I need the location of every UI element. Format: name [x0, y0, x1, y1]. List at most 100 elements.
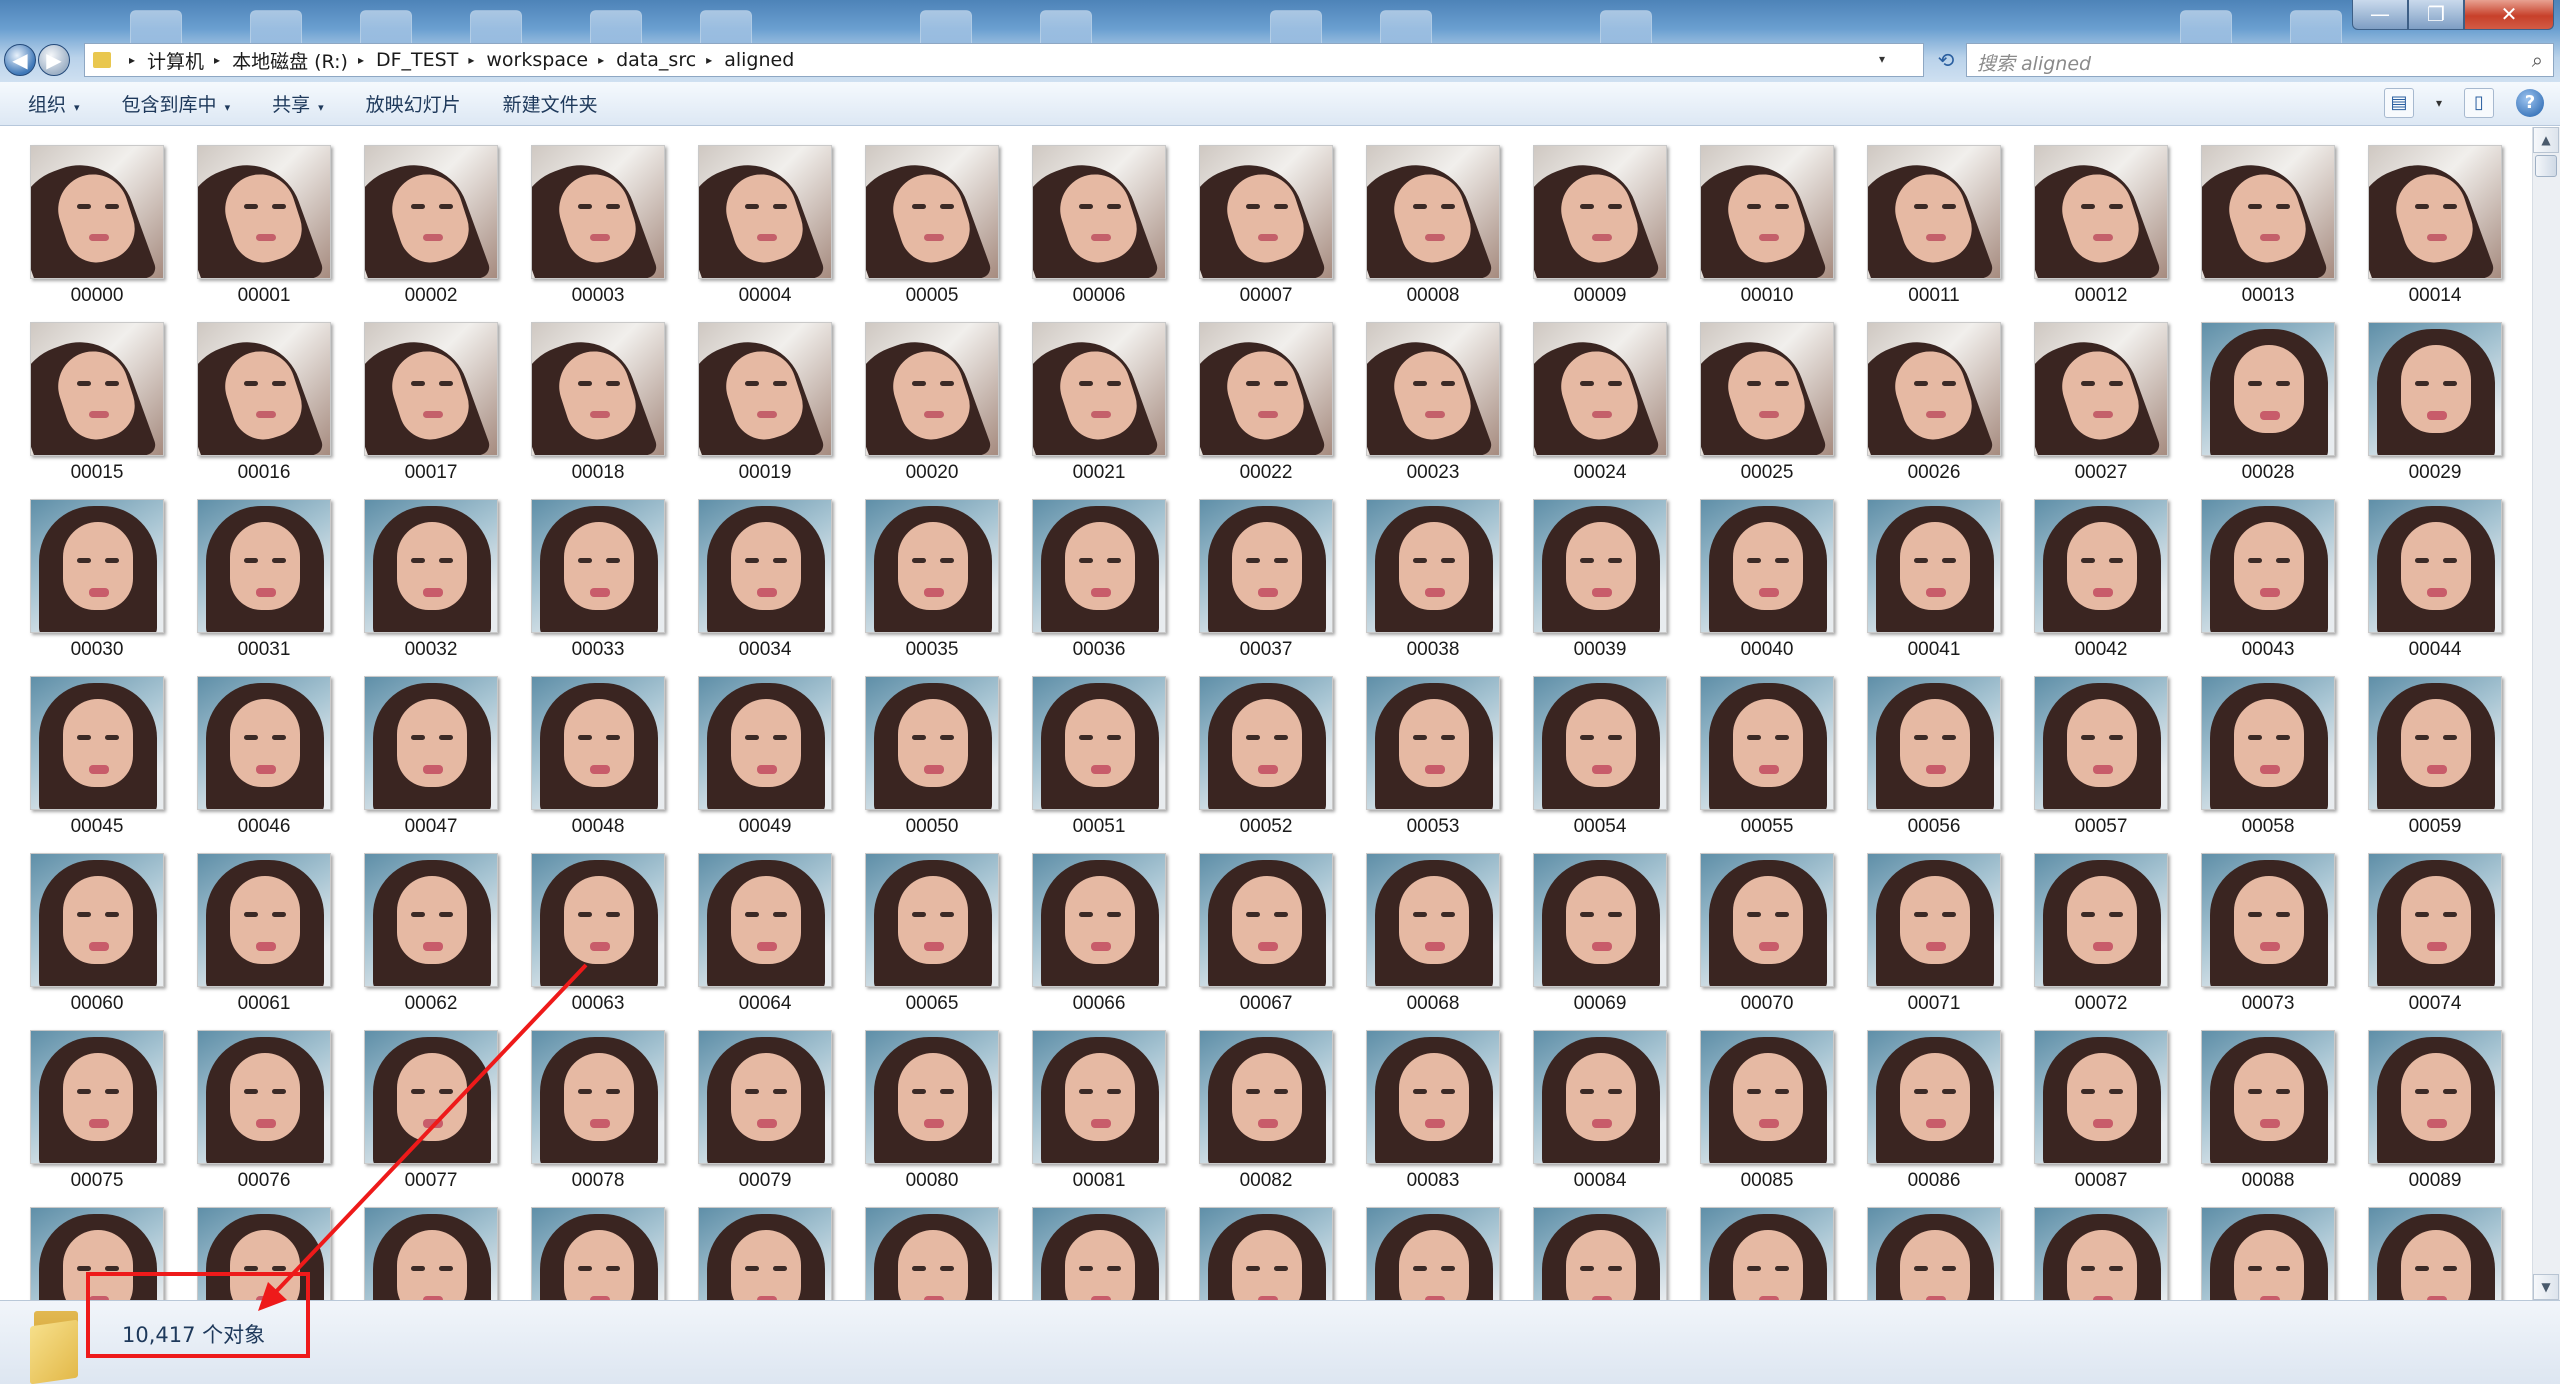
include-in-library-menu[interactable]: 包含到库中 ▾	[108, 90, 245, 117]
file-tile[interactable]: 00043	[2201, 499, 2335, 676]
file-tile[interactable]: 00031	[197, 499, 331, 676]
file-tile[interactable]: 00041	[1867, 499, 2001, 676]
file-tile[interactable]: 00065	[865, 853, 999, 1030]
close-button[interactable]: ✕	[2464, 0, 2554, 30]
file-tile[interactable]: 00068	[1366, 853, 1500, 1030]
file-tile[interactable]: 00038	[1366, 499, 1500, 676]
file-tile[interactable]: 00059	[2368, 676, 2502, 853]
file-tile[interactable]	[698, 1207, 832, 1300]
file-tile[interactable]: 00051	[1032, 676, 1166, 853]
file-tile[interactable]: 00003	[531, 145, 665, 322]
file-tile[interactable]: 00056	[1867, 676, 2001, 853]
scroll-up-button[interactable]: ▲	[2533, 127, 2559, 153]
file-tile[interactable]: 00030	[30, 499, 164, 676]
file-tile[interactable]: 00064	[698, 853, 832, 1030]
file-tile[interactable]: 00028	[2201, 322, 2335, 499]
file-tile[interactable]: 00071	[1867, 853, 2001, 1030]
file-tile[interactable]: 00046	[197, 676, 331, 853]
file-list-view[interactable]: 00000 00001 00002 00003 00004 00005 00006 00007…	[0, 127, 2530, 1300]
chevron-right-icon[interactable]: ▸	[468, 53, 474, 67]
file-tile[interactable]: 00005	[865, 145, 999, 322]
file-tile[interactable]: 00011	[1867, 145, 2001, 322]
search-icon[interactable]: ⌕	[2532, 48, 2543, 72]
preview-pane-icon[interactable]: ▯	[2464, 88, 2494, 118]
file-tile[interactable]: 00021	[1032, 322, 1166, 499]
file-tile[interactable]: 00067	[1199, 853, 1333, 1030]
file-tile[interactable]: 00001	[197, 145, 331, 322]
organize-menu[interactable]: 组织 ▾	[14, 90, 94, 117]
file-tile[interactable]: 00033	[531, 499, 665, 676]
address-history-dropdown[interactable]: ▾	[1879, 52, 1885, 66]
file-tile[interactable]: 00016	[197, 322, 331, 499]
file-tile[interactable]: 00089	[2368, 1030, 2502, 1207]
file-tile[interactable]: 00061	[197, 853, 331, 1030]
chevron-right-icon[interactable]: ▸	[706, 53, 712, 67]
file-tile[interactable]: 00017	[364, 322, 498, 499]
file-tile[interactable]: 00066	[1032, 853, 1166, 1030]
refresh-icon[interactable]: ⟲	[1928, 44, 1964, 76]
breadcrumb-item-aligned[interactable]: aligned	[724, 49, 794, 71]
file-tile[interactable]: 00018	[531, 322, 665, 499]
file-tile[interactable]: 00078	[531, 1030, 665, 1207]
file-tile[interactable]: 00063	[531, 853, 665, 1030]
chevron-right-icon[interactable]: ▸	[358, 53, 364, 67]
address-bar[interactable]: ▸ 计算机 ▸ 本地磁盘 (R:) ▸ DF_TEST ▸ workspace …	[84, 43, 1924, 77]
file-tile[interactable]: 00019	[698, 322, 832, 499]
forward-button[interactable]: ▶	[38, 44, 70, 76]
file-tile[interactable]: 00042	[2034, 499, 2168, 676]
chevron-right-icon[interactable]: ▸	[129, 53, 135, 67]
file-tile[interactable]: 00072	[2034, 853, 2168, 1030]
change-view-icon[interactable]: ▤	[2383, 88, 2414, 118]
file-tile[interactable]: 00014	[2368, 145, 2502, 322]
file-tile[interactable]: 00082	[1199, 1030, 1333, 1207]
breadcrumb-item-drive[interactable]: 本地磁盘 (R:)	[232, 47, 348, 74]
file-tile[interactable]: 00000	[30, 145, 164, 322]
file-tile[interactable]	[364, 1207, 498, 1300]
file-tile[interactable]: 00075	[30, 1030, 164, 1207]
file-tile[interactable]: 00024	[1533, 322, 1667, 499]
file-tile[interactable]: 00085	[1700, 1030, 1834, 1207]
file-tile[interactable]: 00077	[364, 1030, 498, 1207]
chevron-right-icon[interactable]: ▸	[598, 53, 604, 67]
file-tile[interactable]: 00058	[2201, 676, 2335, 853]
file-tile[interactable]: 00039	[1533, 499, 1667, 676]
file-tile[interactable]: 00070	[1700, 853, 1834, 1030]
file-tile[interactable]: 00083	[1366, 1030, 1500, 1207]
file-tile[interactable]: 00086	[1867, 1030, 2001, 1207]
file-tile[interactable]: 00040	[1700, 499, 1834, 676]
vertical-scrollbar[interactable]: ▲ ▼	[2532, 127, 2560, 1300]
file-tile[interactable]: 00002	[364, 145, 498, 322]
scrollbar-thumb[interactable]	[2535, 155, 2557, 177]
file-tile[interactable]: 00029	[2368, 322, 2502, 499]
file-tile[interactable]: 00044	[2368, 499, 2502, 676]
file-tile[interactable]: 00012	[2034, 145, 2168, 322]
file-tile[interactable]: 00006	[1032, 145, 1166, 322]
file-tile[interactable]: 00062	[364, 853, 498, 1030]
file-tile[interactable]: 00025	[1700, 322, 1834, 499]
file-tile[interactable]: 00036	[1032, 499, 1166, 676]
file-tile[interactable]: 00084	[1533, 1030, 1667, 1207]
share-menu[interactable]: 共享 ▾	[258, 90, 338, 117]
file-tile[interactable]: 00015	[30, 322, 164, 499]
file-tile[interactable]: 00010	[1700, 145, 1834, 322]
file-tile[interactable]: 00053	[1366, 676, 1500, 853]
file-tile[interactable]: 00037	[1199, 499, 1333, 676]
file-tile[interactable]: 00055	[1700, 676, 1834, 853]
file-tile[interactable]: 00032	[364, 499, 498, 676]
file-tile[interactable]: 00035	[865, 499, 999, 676]
slideshow-button[interactable]: 放映幻灯片	[352, 90, 475, 117]
file-tile[interactable]: 00007	[1199, 145, 1333, 322]
help-icon[interactable]: ?	[2516, 89, 2544, 117]
file-tile[interactable]: 00087	[2034, 1030, 2168, 1207]
file-tile[interactable]: 00074	[2368, 853, 2502, 1030]
file-tile[interactable]: 00081	[1032, 1030, 1166, 1207]
view-options-dropdown[interactable]: ▾	[2436, 96, 2442, 110]
file-tile[interactable]: 00027	[2034, 322, 2168, 499]
file-tile[interactable]: 00060	[30, 853, 164, 1030]
file-tile[interactable]: 00088	[2201, 1030, 2335, 1207]
file-tile[interactable]	[865, 1207, 999, 1300]
file-tile[interactable]: 00009	[1533, 145, 1667, 322]
file-tile[interactable]: 00069	[1533, 853, 1667, 1030]
file-tile[interactable]: 00004	[698, 145, 832, 322]
file-tile[interactable]: 00022	[1199, 322, 1333, 499]
